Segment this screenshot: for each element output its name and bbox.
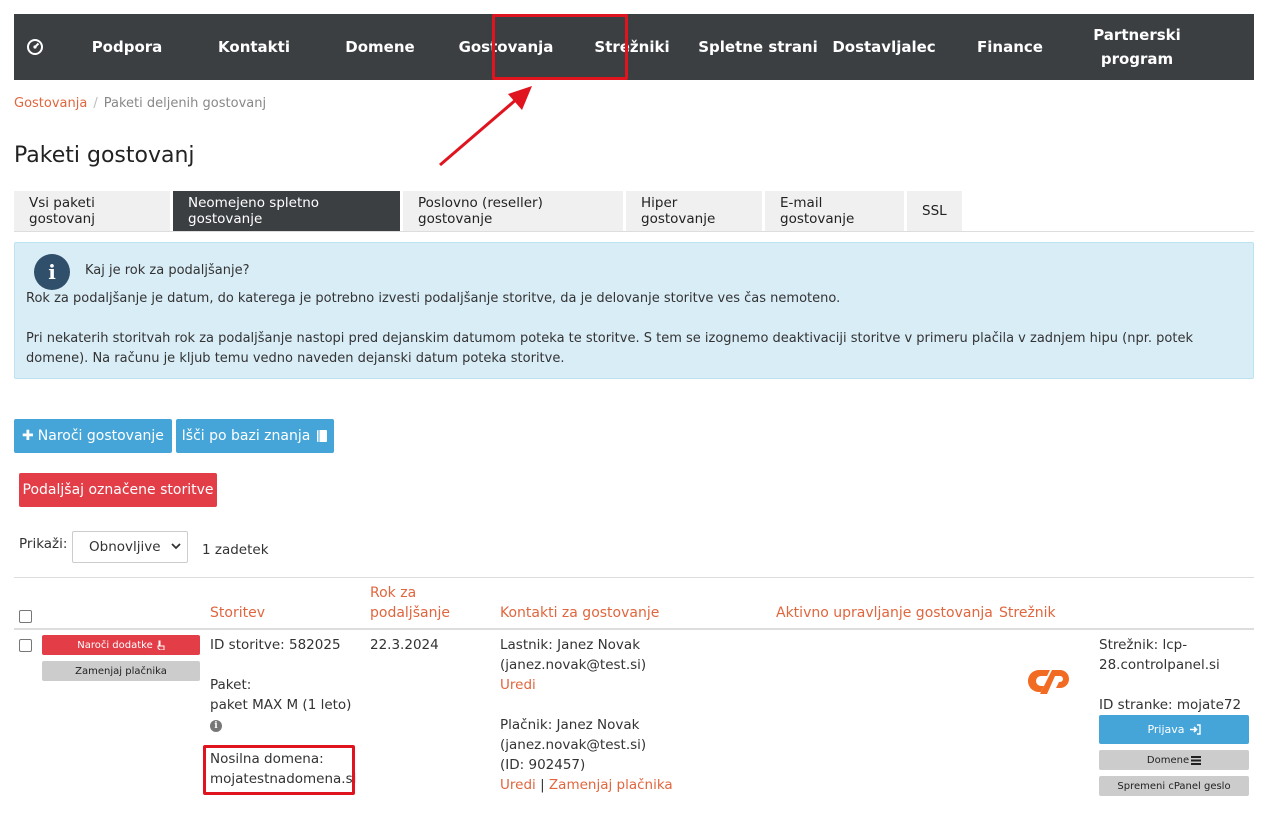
package-label: Paket:: [210, 677, 252, 693]
nav-item-domene[interactable]: Domene: [317, 14, 443, 80]
header-service[interactable]: Storitev: [210, 603, 265, 623]
breadcrumb-current: Paketi deljenih gostovanj: [103, 96, 267, 111]
hand-pointer-icon: [157, 640, 165, 650]
tab-poslovno-reseller[interactable]: Poslovno (reseller) gostovanje: [403, 191, 623, 231]
select-all-checkbox[interactable]: [19, 610, 32, 623]
page-title: Paketi gostovanj: [14, 143, 195, 168]
site-id: ID stranke: mojate72: [1099, 697, 1242, 713]
info-title: Kaj je rok za podaljšanje?: [85, 263, 250, 278]
info-paragraph-1: Rok za podaljšanje je datum, do katerega…: [26, 291, 841, 306]
dashboard-icon[interactable]: [14, 14, 56, 80]
result-count: 1 zadetek: [202, 542, 269, 558]
top-navbar: Podpora Kontakti Domene Gostovanja Strež…: [14, 14, 1254, 80]
edit-owner-label: Uredi: [500, 677, 536, 693]
nav-item-podpora[interactable]: Podpora: [63, 14, 191, 80]
filter-select[interactable]: Obnovljive: [72, 531, 188, 563]
login-button[interactable]: Prijava: [1099, 715, 1249, 744]
breadcrumb-link-gostovanja[interactable]: Gostovanja: [14, 96, 87, 111]
tab-email-gostovanje[interactable]: E-mail gostovanje: [765, 191, 904, 231]
info-paragraph-2: Pri nekaterih storitvah rok za podaljšan…: [26, 331, 1193, 366]
row-checkbox[interactable]: [19, 639, 32, 652]
tab-bar: Vsi paketi gostovanj Neomejeno spletno g…: [14, 191, 1254, 232]
payer-id: (ID: 902457): [500, 757, 586, 773]
server-name-line2: 28.controlpanel.si: [1099, 657, 1220, 673]
chevron-down-icon: [171, 541, 181, 554]
login-label: Prijava: [1147, 723, 1185, 736]
link-separator: |: [540, 777, 545, 793]
payer-email: (janez.novak@test.si): [500, 737, 647, 753]
info-alert: i Kaj je rok za podaljšanje? Rok za poda…: [14, 242, 1254, 379]
knowledge-base-label: Išči po bazi znanja: [181, 428, 311, 444]
order-hosting-button[interactable]: ✚ Naroči gostovanje: [14, 419, 172, 453]
domains-label: Domene: [1146, 754, 1190, 766]
payer-name: Plačnik: Janez Novak: [500, 717, 640, 733]
header-renew-line1[interactable]: Rok za: [370, 583, 416, 603]
change-payer-button[interactable]: Zamenjaj plačnika: [42, 661, 200, 681]
breadcrumb-separator: /: [93, 96, 98, 111]
book-icon: [317, 430, 328, 442]
nav-item-finance[interactable]: Finance: [947, 14, 1073, 80]
package-info-icon[interactable]: i: [210, 714, 222, 734]
highlight-box-nav: [492, 14, 628, 80]
plus-icon: ✚: [22, 428, 34, 444]
highlight-box-domain: [203, 745, 355, 795]
nav-item-dostavljalec[interactable]: Dostavljalec: [821, 14, 947, 80]
header-renew-line2[interactable]: podaljšanje: [370, 603, 450, 623]
owner-name: Lastnik: Janez Novak: [500, 637, 641, 653]
annotation-arrow: [439, 86, 532, 167]
tab-vsi-paketi[interactable]: Vsi paketi gostovanj: [14, 191, 170, 231]
breadcrumb: Gostovanja / Paketi deljenih gostovanj: [14, 96, 266, 111]
payer-links: Uredi | Zamenjaj plačnika: [500, 775, 673, 795]
list-icon: [1191, 755, 1202, 765]
renew-selected-button[interactable]: Podaljšaj označene storitve: [19, 473, 217, 507]
package-value: paket MAX M (1 leto): [210, 697, 352, 713]
filter-selected-value: Obnovljive: [89, 539, 161, 555]
service-id-value: 582025: [289, 637, 341, 653]
tab-neomejeno-spletno[interactable]: Neomejeno spletno gostovanje: [173, 191, 400, 231]
filter-label: Prikaži:: [19, 536, 68, 552]
service-id: ID storitve: 582025: [210, 635, 341, 655]
order-hosting-label: Naroči gostovanje: [37, 428, 164, 444]
nav-item-spletne-strani[interactable]: Spletne strani: [695, 14, 821, 80]
service-id-label: ID storitve:: [210, 637, 285, 653]
sign-in-icon: [1189, 724, 1201, 735]
tab-hiper-gostovanje[interactable]: Hiper gostovanje: [626, 191, 762, 231]
server-name-line1: Strežnik: lcp-: [1099, 637, 1188, 653]
knowledge-base-button[interactable]: Išči po bazi znanja: [176, 419, 334, 453]
tab-ssl[interactable]: SSL: [907, 191, 962, 231]
info-icon: i: [34, 254, 70, 290]
nav-item-partnerski-program[interactable]: Partnerski program: [1073, 14, 1201, 80]
edit-owner-link[interactable]: Uredi: [500, 675, 536, 695]
table-header-border: [14, 628, 1254, 630]
header-active-management[interactable]: Aktivno upravljanje gostovanja: [776, 603, 993, 623]
edit-payer-link[interactable]: Uredi: [500, 777, 536, 793]
table-top-border: [14, 577, 1254, 578]
order-addons-label: Naroči dodatke: [77, 639, 153, 651]
change-cpanel-password-button[interactable]: Spremeni cPanel geslo: [1099, 776, 1249, 796]
cpanel-logo-icon: [1027, 669, 1069, 694]
change-payer-link[interactable]: Zamenjaj plačnika: [549, 777, 673, 793]
header-server[interactable]: Strežnik: [999, 603, 1056, 623]
domains-button[interactable]: Domene: [1099, 750, 1249, 770]
owner-email: (janez.novak@test.si): [500, 657, 647, 673]
header-contacts[interactable]: Kontakti za gostovanje: [500, 603, 659, 623]
renew-date: 22.3.2024: [370, 637, 439, 653]
order-addons-button[interactable]: Naroči dodatke: [42, 635, 200, 655]
nav-item-kontakti[interactable]: Kontakti: [191, 14, 317, 80]
